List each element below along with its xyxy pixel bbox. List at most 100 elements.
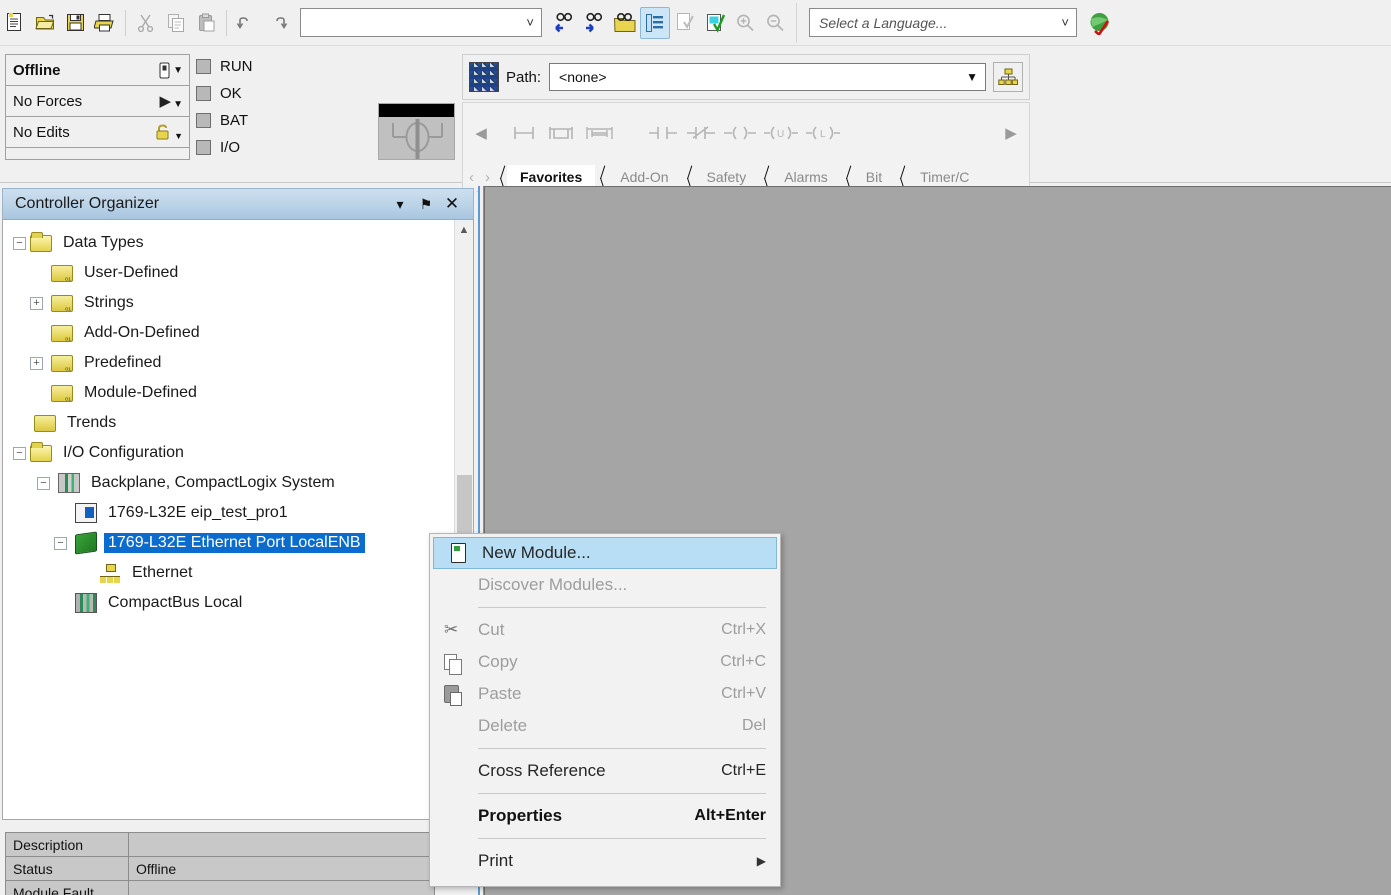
controller-led-panel: RUN OK BAT I/O [196,54,253,160]
menu-item-cut[interactable]: ✂ Cut Ctrl+X [430,614,780,646]
ote-coil-icon[interactable] [723,124,757,142]
otu-coil-icon[interactable]: U [763,124,799,142]
tree-item-trends[interactable]: Trends [13,408,454,438]
undo-redo-group [232,0,292,45]
scroll-up-arrow-icon[interactable]: ▲ [455,220,473,239]
menu-item-new-module[interactable]: New Module... [433,537,777,569]
folder-open-icon [30,441,52,462]
print-icon[interactable] [90,7,120,39]
language-select[interactable]: Select a Language... ˅ [809,8,1077,37]
compactbus-icon [75,593,97,613]
instruction-scroll-right-button[interactable]: ▶ [1001,124,1021,142]
tree-item-predefined[interactable]: + Predefined [13,348,454,378]
menu-item-paste[interactable]: Paste Ctrl+V [430,678,780,710]
organizer-pin-button[interactable]: ⚑ [413,191,439,217]
verify-controller-icon[interactable] [700,7,730,39]
path-bar: Path: <none> ▼ [462,54,1030,100]
save-icon[interactable] [60,7,90,39]
zoom-out-icon[interactable] [760,7,790,39]
tree-item-label: CompactBus Local [108,594,243,611]
tree-item-data-types[interactable]: − Data Types [13,228,454,258]
menu-item-copy[interactable]: Copy Ctrl+C [430,646,780,678]
folder-data-icon [51,264,73,282]
tree-item-io-configuration[interactable]: − I/O Configuration [13,438,454,468]
rung-icon[interactable] [509,124,539,142]
branch-icon[interactable] [545,124,577,142]
zoom-in-icon[interactable] [730,7,760,39]
instruction-scroll-left-button[interactable]: ◀ [471,124,491,142]
expander-minus-icon[interactable]: − [54,536,67,550]
tree-item-label: 1769-L32E Ethernet Port LocalENB [104,533,365,553]
copy-icon[interactable] [161,7,191,39]
open-file-icon[interactable] [30,7,60,39]
menu-item-properties[interactable]: Properties Alt+Enter [430,800,780,832]
tree-item-ethernet-port[interactable]: − 1769-L32E Ethernet Port LocalENB [13,528,454,558]
table-cell-key: Module Fault [5,881,129,895]
organizer-close-button[interactable]: ✕ [439,191,465,217]
led-row-io: I/O [196,135,253,160]
svg-text:L: L [820,129,826,140]
expander-minus-icon[interactable]: − [13,236,26,250]
xic-contact-icon[interactable] [647,124,679,142]
otl-coil-icon[interactable]: L [805,124,841,142]
tree-item-user-defined[interactable]: User-Defined [13,258,454,288]
toggle-organizer-icon[interactable] [640,6,670,39]
expander-minus-icon[interactable]: − [13,446,26,460]
new-file-icon[interactable] [0,7,30,39]
expander-plus-icon[interactable]: + [30,296,43,310]
tree-item-ethernet[interactable]: Ethernet [13,558,454,588]
controller-organizer-panel: Controller Organizer ▾ ⚑ ✕ − Data Types … [0,188,476,895]
controller-mode-label: Offline [13,61,61,79]
organizer-menu-button[interactable]: ▾ [387,191,413,217]
language-globe-icon[interactable] [1085,7,1115,39]
path-input[interactable]: <none> ▼ [549,63,986,91]
menu-item-accelerator: Ctrl+E [721,762,766,779]
tree-item-label: Trends [67,414,117,431]
tree-item-controller-module[interactable]: 1769-L32E eip_test_pro1 [13,498,454,528]
led-label: BAT [220,112,249,129]
find-in-files-icon[interactable] [610,7,640,39]
keyswitch-top-bar [379,104,454,117]
undo-icon[interactable] [232,7,262,39]
tree-item-strings[interactable]: + Strings [13,288,454,318]
tree-item-label: Ethernet [132,564,193,581]
forces-row[interactable]: No Forces ▶ ▼ [6,86,189,117]
expander-plus-icon[interactable]: + [30,356,43,370]
forces-dropdown[interactable]: ▶ ▼ [160,92,183,110]
edits-row[interactable]: No Edits ▼ [6,117,189,148]
edits-lock-dropdown[interactable]: ▼ [155,123,183,141]
menu-item-label: Cross Reference [478,761,606,780]
find-next-icon[interactable] [580,7,610,39]
redo-icon[interactable] [262,7,292,39]
xio-contact-icon[interactable] [685,124,717,142]
who-active-network-icon[interactable] [993,62,1023,92]
menu-item-delete[interactable]: Delete Del [430,710,780,742]
menu-item-print[interactable]: Print ▶ [430,845,780,877]
paste-icon[interactable] [191,7,221,39]
menu-item-accelerator: Del [741,717,766,734]
menu-item-discover-modules[interactable]: Discover Modules... [430,569,780,601]
led-indicator [196,140,211,155]
table-cell-key: Status [5,857,129,880]
table-cell-value [129,881,435,895]
cut-icon[interactable] [131,7,161,39]
language-toolbar-group: Select a Language... ˅ [796,2,1115,43]
menu-item-label: New Module... [482,543,591,562]
branch-level-icon[interactable] [583,124,617,142]
page-title: Controller Organizer [15,195,160,212]
controller-mode-row[interactable]: Offline ▼ [6,55,189,86]
tree-item-compactbus-local[interactable]: CompactBus Local [13,588,454,618]
menu-item-cross-reference[interactable]: Cross Reference Ctrl+E [430,755,780,787]
find-previous-icon[interactable] [550,7,580,39]
search-toolbar-group [550,0,790,45]
folder-open-icon [30,231,52,252]
controller-mode-dropdown[interactable]: ▼ [159,62,183,79]
tree-item-add-on-defined[interactable]: Add-On-Defined [13,318,454,348]
led-row-ok: OK [196,81,253,106]
expander-minus-icon[interactable]: − [37,476,50,490]
menu-item-label: Paste [478,684,522,703]
tree-item-backplane[interactable]: − Backplane, CompactLogix System [13,468,454,498]
search-combo[interactable]: ˅ [300,8,542,37]
verify-routine-icon[interactable] [670,7,700,39]
tree-item-module-defined[interactable]: Module-Defined [13,378,454,408]
